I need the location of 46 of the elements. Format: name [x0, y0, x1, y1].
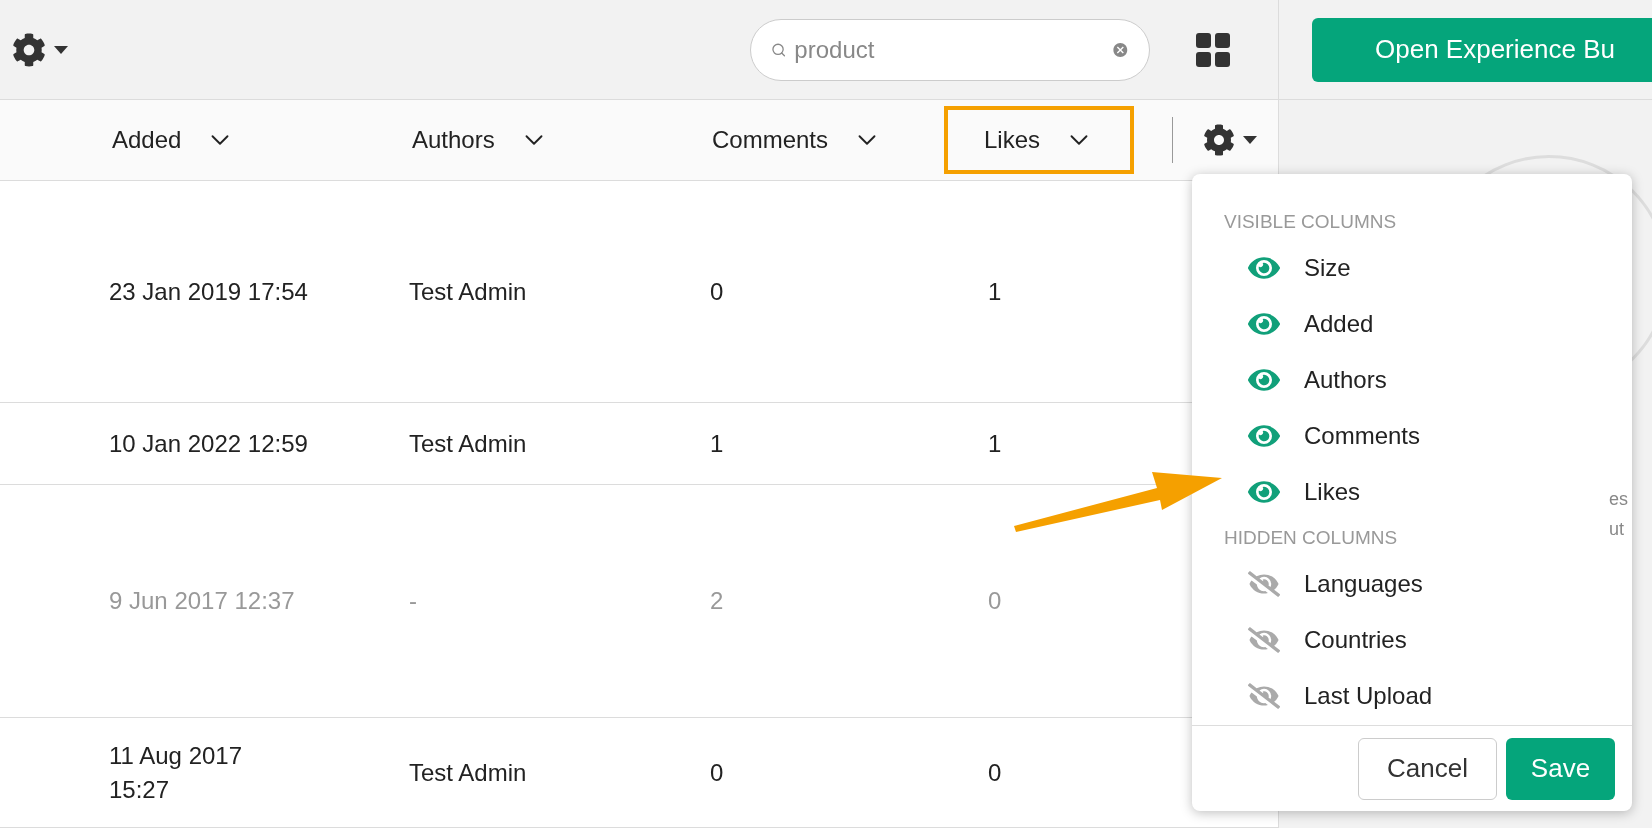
table-cell-text: 9 Jun 2017 12:37: [109, 586, 296, 616]
column-toggle[interactable]: Last Upload: [1224, 668, 1441, 724]
panel-text: ut: [1609, 518, 1625, 540]
table-cell-text: 23 Jan 2019 17:54: [109, 276, 309, 307]
column-header[interactable]: Comments: [708, 106, 944, 174]
column-settings-button[interactable]: [1203, 124, 1257, 156]
settings-icon: [12, 32, 46, 67]
caret-icon: [54, 45, 68, 54]
eye-slash-icon: [1248, 680, 1280, 712]
table-cell-text: Test Admin: [409, 276, 528, 307]
column-toggle[interactable]: Authors: [1224, 352, 1395, 408]
table-cell-text: Test Admin: [409, 757, 528, 788]
grid-icon: [1196, 32, 1230, 67]
column-header[interactable]: Authors: [408, 106, 708, 174]
column-toggle[interactable]: Languages: [1224, 556, 1431, 612]
column-header[interactable]: Added: [108, 106, 408, 174]
search-field[interactable]: product: [750, 18, 1150, 81]
table-cell-text: 1: [988, 276, 1003, 307]
section-heading: VISIBLE COLUMNS: [1224, 209, 1397, 234]
cancel-button[interactable]: Cancel: [1358, 737, 1497, 800]
table-cell-text: Test Admin: [409, 428, 528, 459]
table-cell-text: 0: [710, 276, 725, 307]
eye-slash-icon: [1248, 568, 1280, 600]
settings-button[interactable]: [12, 32, 68, 67]
table-cell-text: 2: [710, 586, 725, 616]
column-toggle[interactable]: Added: [1224, 296, 1382, 352]
column-toggle[interactable]: Likes: [1224, 464, 1369, 520]
settings-icon: [1203, 124, 1235, 156]
table-cell-text: 1: [710, 428, 725, 459]
eye-slash-icon: [1248, 624, 1280, 656]
caret-icon: [1243, 136, 1257, 144]
panel-text: es: [1609, 488, 1628, 510]
table-cell-text: 10 Jan 2022 12:59: [109, 428, 309, 459]
table-cell-text: 0: [988, 757, 1003, 788]
section-heading: HIDDEN COLUMNS: [1224, 525, 1398, 550]
column-toggle[interactable]: Comments: [1224, 408, 1429, 464]
grid-view-button[interactable]: [1196, 32, 1230, 67]
column-toggle[interactable]: Size: [1224, 240, 1359, 296]
table-cell-text: 11 Aug 2017 15:27: [109, 740, 244, 805]
column-header[interactable]: Likes: [944, 106, 1134, 174]
table-cell-text: 0: [710, 757, 725, 788]
column-toggle[interactable]: Countries: [1224, 612, 1415, 668]
table-cell-text: -: [409, 586, 418, 616]
table-cell-text: 0: [988, 586, 1003, 616]
table-cell-text: 1: [988, 428, 1003, 459]
search-input[interactable]: product: [794, 31, 1105, 68]
